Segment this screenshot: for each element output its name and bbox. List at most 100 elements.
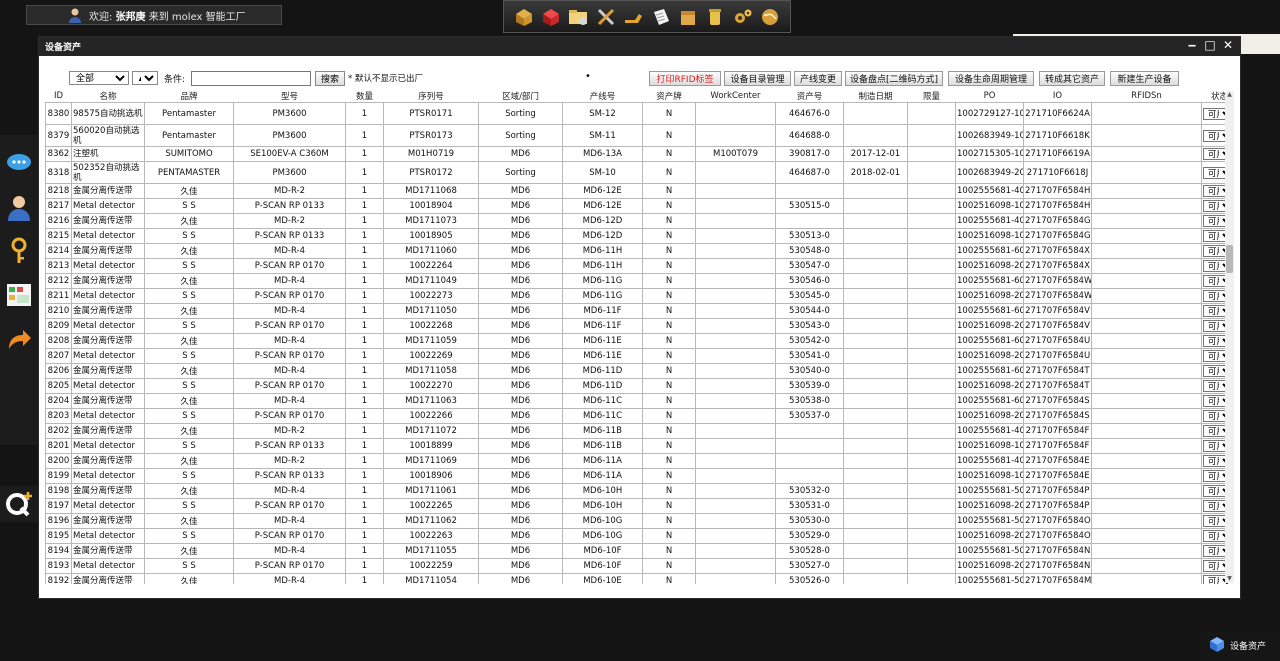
column-header[interactable]: 资产号 [775, 90, 844, 103]
table-cell: 10022268 [383, 318, 479, 334]
table-row[interactable]: 8203 Metal detector S S P-SCAN RP 0170 1 1002… [45, 408, 1228, 424]
table-cell: 久佳 [144, 483, 234, 499]
search-button[interactable]: 搜索 [315, 71, 345, 86]
table-row[interactable]: 8202 金属分离传送带 久佳 MD-R-2 1 MD1711072 MD6 MD6-11B N… [45, 423, 1228, 439]
chat-icon[interactable] [0, 146, 38, 179]
scroll-up-icon[interactable]: ▲ [1225, 91, 1234, 99]
table-row[interactable]: 8192 金属分离传送带 久佳 MD-R-4 1 MD1711054 MD6 MD6-10E N… [45, 573, 1228, 584]
table-cell: 1 [345, 438, 384, 454]
table-row[interactable]: 8199 Metal detector S S P-SCAN RP 0133 1 1001… [45, 468, 1228, 484]
column-header[interactable]: 数量 [345, 90, 384, 103]
inventory-qr-button[interactable]: 设备盘点[二维码方式] [845, 71, 943, 86]
table-row[interactable]: 8200 金属分离传送带 久佳 MD-R-2 1 MD1711069 MD6 MD6-11A N… [45, 453, 1228, 469]
convert-asset-button[interactable]: 转成其它资产 [1039, 71, 1105, 86]
table-row[interactable]: 8318 502352自动挑选机 PENTAMASTER PM3600 1 PTSR017… [45, 161, 1228, 184]
table-cell: P-SCAN RP 0170 [233, 408, 346, 424]
table-row[interactable]: 8198 金属分离传送带 久佳 MD-R-4 1 MD1711061 MD6 MD6-10H N… [45, 483, 1228, 499]
gears-icon[interactable] [732, 6, 754, 28]
table-row[interactable]: 8380 98575自动挑选机 Pentamaster PM3600 1 PTSR0171… [45, 102, 1228, 125]
package-icon[interactable] [677, 6, 699, 28]
column-header[interactable]: ID [45, 90, 72, 103]
taskbar-item[interactable]: 设备资产 [1202, 630, 1280, 661]
minimize-icon[interactable]: ‒ [1186, 38, 1198, 52]
table-cell [1091, 393, 1202, 409]
column-header[interactable]: PO [955, 90, 1024, 103]
lifecycle-button[interactable]: 设备生命周期管理 [948, 71, 1034, 86]
table-row[interactable]: 8209 Metal detector S S P-SCAN RP 0170 1 1002… [45, 318, 1228, 334]
table-row[interactable]: 8208 金属分离传送带 久佳 MD-R-4 1 MD1711059 MD6 MD6-11E N… [45, 333, 1228, 349]
column-header[interactable]: WorkCenter [695, 90, 776, 103]
close-icon[interactable]: ✕ [1222, 38, 1234, 52]
notepad-icon[interactable] [650, 6, 672, 28]
column-header[interactable]: 序列号 [383, 90, 479, 103]
table-row[interactable]: 8195 Metal detector S S P-SCAN RP 0170 1 1002… [45, 528, 1228, 544]
condition-input[interactable] [191, 71, 311, 86]
table-row[interactable]: 8379 560020自动挑选机 Pentamaster PM3600 1 PTSR017… [45, 124, 1228, 147]
table-cell: MD1711061 [383, 483, 479, 499]
column-header[interactable]: 区域/部门 [478, 90, 563, 103]
box-icon[interactable] [513, 6, 535, 28]
scroll-down-icon[interactable]: ▼ [1225, 575, 1234, 583]
vertical-scrollbar[interactable]: ▲ ▼ [1225, 91, 1234, 583]
table-cell: 271707F6584P [1023, 483, 1092, 499]
red-cube-icon[interactable] [540, 6, 562, 28]
q-plus-icon[interactable] [0, 486, 38, 522]
column-header[interactable]: 资产牌 [642, 90, 696, 103]
column-header[interactable]: 产线号 [562, 90, 643, 103]
table-cell: MD6 [478, 573, 563, 584]
table-row[interactable]: 8207 Metal detector S S P-SCAN RP 0170 1 1002… [45, 348, 1228, 364]
table-row[interactable]: 8213 Metal detector S S P-SCAN RP 0170 1 1002… [45, 258, 1228, 274]
board-icon[interactable] [0, 278, 38, 311]
table-cell: MD6 [478, 348, 563, 364]
table-row[interactable]: 8196 金属分离传送带 久佳 MD-R-4 1 MD1711062 MD6 MD6-10G N… [45, 513, 1228, 529]
column-header[interactable]: 名称 [71, 90, 145, 103]
table-row[interactable]: 8204 金属分离传送带 久佳 MD-R-4 1 MD1711063 MD6 MD6-11C N… [45, 393, 1228, 409]
table-cell: 1 [345, 528, 384, 544]
column-header[interactable]: 品牌 [144, 90, 234, 103]
column-header[interactable]: 型号 [233, 90, 346, 103]
table-cell: 1002683949-20 [955, 161, 1024, 184]
table-row[interactable]: 8210 金属分离传送带 久佳 MD-R-4 1 MD1711050 MD6 MD6-11F N… [45, 303, 1228, 319]
scroll-thumb[interactable] [1226, 245, 1233, 273]
globe-icon[interactable] [759, 6, 781, 28]
table-row[interactable]: 8206 金属分离传送带 久佳 MD-R-4 1 MD1711058 MD6 MD6-11D N… [45, 363, 1228, 379]
folder-icon[interactable] [567, 6, 589, 28]
table-cell [907, 288, 956, 304]
equipment-name: Metal detector [73, 411, 136, 421]
table-row[interactable]: 8218 金属分离传送带 久佳 MD-R-2 1 MD1711068 MD6 MD6-12E N… [45, 183, 1228, 199]
table-row[interactable]: 8216 金属分离传送带 久佳 MD-R-2 1 MD1711073 MD6 MD6-12D N… [45, 213, 1228, 229]
table-row[interactable]: 8212 金属分离传送带 久佳 MD-R-4 1 MD1711049 MD6 MD6-11G N… [45, 273, 1228, 289]
key-icon[interactable] [0, 234, 38, 267]
table-row[interactable]: 8215 Metal detector S S P-SCAN RP 0133 1 1001… [45, 228, 1228, 244]
table-row[interactable]: 8197 Metal detector S S P-SCAN RP 0170 1 1002… [45, 498, 1228, 514]
table-row[interactable]: 8194 金属分离传送带 久佳 MD-R-4 1 MD1711055 MD6 MD6-10F N… [45, 543, 1228, 559]
table-row[interactable]: 8201 Metal detector S S P-SCAN RP 0133 1 1001… [45, 438, 1228, 454]
asset-window: 设备资产 ‒ □ ✕ 全部 ▲ 条件: 搜索 * 默认不显示已出厂 • 打印RF… [38, 36, 1241, 599]
catalog-button[interactable]: 设备目录管理 [724, 71, 791, 86]
wrench-icon[interactable] [622, 6, 644, 28]
user-icon[interactable] [0, 190, 38, 223]
print-rfid-button[interactable]: 打印RFID标签 [649, 71, 721, 86]
column-header[interactable]: 限量 [907, 90, 956, 103]
table-row[interactable]: 8193 Metal detector S S P-SCAN RP 0170 1 1002… [45, 558, 1228, 574]
bin-icon[interactable] [704, 6, 726, 28]
table-cell: 1002555681-50 [955, 483, 1024, 499]
column-header[interactable]: RFIDSn [1091, 90, 1202, 103]
arrow-icon[interactable] [0, 322, 38, 355]
line-change-button[interactable]: 产线变更 [794, 71, 842, 86]
table-cell: N [642, 228, 696, 244]
column-header[interactable]: 制造日期 [843, 90, 908, 103]
new-equipment-button[interactable]: 新建生产设备 [1110, 71, 1179, 86]
table-row[interactable]: 8214 金属分离传送带 久佳 MD-R-4 1 MD1711060 MD6 MD6-11H N… [45, 243, 1228, 259]
order-select[interactable]: ▲ [132, 71, 158, 85]
scope-select[interactable]: 全部 [69, 71, 129, 85]
table-row[interactable]: 8362 注塑机 SUMITOMO SE100EV-A C360M 1 M01H0719 M… [45, 146, 1228, 162]
column-header[interactable]: IO [1023, 90, 1092, 103]
table-row[interactable]: 8205 Metal detector S S P-SCAN RP 0170 1 1002… [45, 378, 1228, 394]
table-row[interactable]: 8211 Metal detector S S P-SCAN RP 0170 1 1002… [45, 288, 1228, 304]
tools-icon[interactable] [595, 6, 617, 28]
table-cell: S S [144, 558, 234, 574]
table-cell: 271707F6584U [1023, 348, 1092, 364]
table-row[interactable]: 8217 Metal detector S S P-SCAN RP 0133 1 1001… [45, 198, 1228, 214]
maximize-icon[interactable]: □ [1204, 38, 1216, 52]
